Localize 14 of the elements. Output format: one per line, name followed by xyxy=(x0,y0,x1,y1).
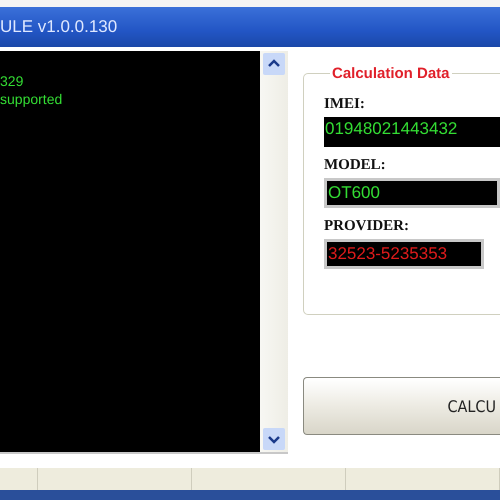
scroll-up-icon[interactable] xyxy=(263,53,285,75)
scroll-down-icon[interactable] xyxy=(263,428,285,450)
input-field[interactable]: 32523-5235353 xyxy=(324,239,484,269)
log-line: supported xyxy=(0,91,64,107)
log-line: 329 xyxy=(0,73,24,89)
scrollbar[interactable] xyxy=(260,51,288,452)
calculate-button[interactable]: CALCU xyxy=(303,377,500,435)
field-label: IMEI: xyxy=(324,96,366,113)
group-title: Calculation Data xyxy=(331,65,451,82)
input-field[interactable]: OT600 xyxy=(324,178,500,208)
field-label: MODEL: xyxy=(324,157,387,174)
window-title: ULE v1.0.0.130 xyxy=(0,17,118,37)
input-field[interactable]: 01948021443432 xyxy=(324,117,500,147)
field-label: PROVIDER: xyxy=(324,218,410,235)
